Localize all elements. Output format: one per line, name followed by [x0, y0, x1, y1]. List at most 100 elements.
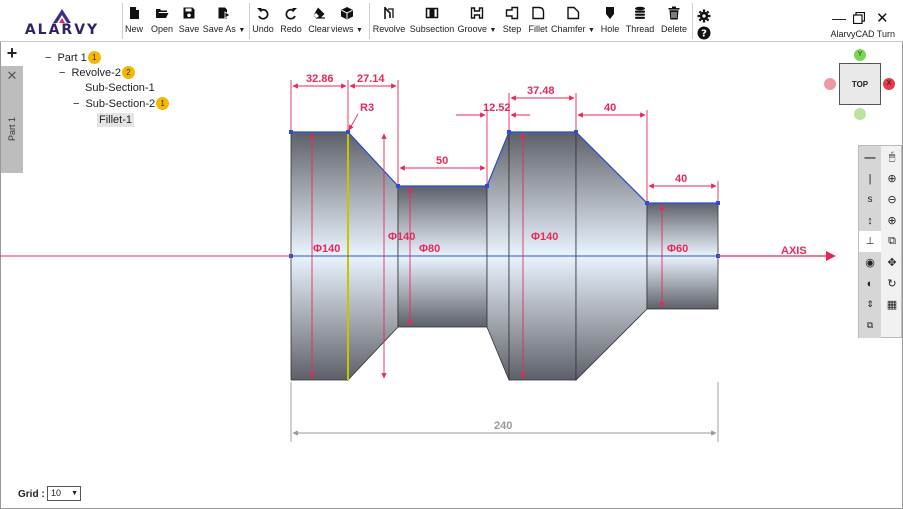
x-axis-handle[interactable]: X [883, 78, 895, 90]
trash-icon [668, 6, 680, 20]
sort-tool[interactable]: ⇕ [859, 294, 881, 315]
neg-x-axis-handle[interactable] [824, 78, 836, 90]
y-axis-handle[interactable]: Y [854, 49, 866, 61]
copy-icon: ⧉ [866, 320, 874, 330]
thread-icon [635, 6, 645, 19]
toolbar-button-label: Chamfer ▼ [551, 24, 595, 34]
rotate-button[interactable]: ↻ [881, 273, 903, 294]
diameter-label-1: Φ140 [313, 243, 340, 255]
zoom-out-icon: ⊖ [887, 194, 897, 206]
logo: ALARVY [12, 8, 112, 38]
snap-icon: s [867, 194, 873, 205]
diameter-label-2: Φ140 [388, 231, 415, 243]
axis-arrow-icon [826, 251, 836, 261]
maximize-button[interactable] [852, 11, 866, 27]
toolbar-button-label: Delete [660, 24, 687, 34]
step-icon [505, 6, 519, 20]
zoom-window-button[interactable]: ⧉ [881, 231, 903, 252]
toolbar-separator [369, 3, 370, 39]
new-file-icon [130, 7, 139, 19]
diameter-label-4: Φ140 [531, 231, 558, 243]
zoom-window-icon: ⧉ [888, 235, 896, 247]
chevron-down-icon: ▼ [71, 490, 78, 497]
zoom-in-button[interactable]: ⊕ [881, 168, 903, 189]
gear-icon [697, 9, 711, 23]
chamfer-icon [567, 6, 580, 20]
toolbar-button-label: New [124, 24, 143, 34]
total-length-dimension [290, 382, 719, 442]
hole-icon [606, 7, 614, 19]
eye-icon: ◉ [865, 257, 875, 269]
vertical-line-tool[interactable]: | [859, 168, 881, 189]
toolbar-button-label: Subsection [409, 24, 455, 34]
toolbar-button-label: Revolve [372, 24, 406, 34]
svg-text:?: ? [701, 29, 707, 40]
view-tool-panel: — 🖱 | ⊕ s ⊖ ↕ ⊕ ⊥ ⧉ ◉ ✥ ◐ ↻ ⇕ ▦ ⧉ [858, 145, 902, 338]
caret-down-icon: ▼ [356, 27, 363, 34]
horizontal-line-tool[interactable]: — [859, 147, 881, 168]
contrast-icon: ◐ [866, 277, 874, 290]
zoom-fit-button[interactable]: ⊕ [881, 210, 903, 231]
snap-tool[interactable]: s [859, 189, 881, 210]
toolbar-button-label: Fillet [528, 24, 548, 34]
toolbar-chamfer-button[interactable]: Chamfer ▼ [551, 6, 595, 38]
vertical-resize-tool[interactable]: ↕ [859, 210, 881, 231]
toolbar-subsection-button[interactable]: Subsection [409, 6, 455, 38]
mouse-tool[interactable]: 🖱 [881, 147, 903, 168]
drawing-canvas[interactable]: AXIS 32.86 27.14 12.52 37.48 40 R3 50 40 [0, 43, 903, 509]
dimension-icon: ⊥ [865, 236, 875, 247]
minimize-button[interactable]: — [832, 10, 846, 26]
toolbar-button-label: views ▼ [331, 24, 363, 34]
fillet-icon [532, 6, 545, 20]
close-button[interactable]: ✕ [876, 9, 889, 27]
toolbar: ALARVY New Open Save Save As ▼ Undo Redo Clear… [0, 0, 903, 42]
axis-label: AXIS [781, 245, 807, 257]
vertical-line-icon: | [868, 172, 872, 185]
view-cube[interactable]: TOP [839, 63, 881, 105]
toolbar-groove-button[interactable]: Groove ▼ [457, 6, 497, 38]
diameter-label-5: Φ60 [667, 243, 688, 255]
zoom-in-icon: ⊕ [887, 173, 897, 185]
zoom-out-button[interactable]: ⊖ [881, 189, 903, 210]
groove-icon [470, 7, 484, 19]
toolbar-revolve-button[interactable]: Revolve [369, 6, 409, 38]
toolbar-separator [249, 3, 250, 39]
help-icon: ? [697, 26, 711, 40]
dimension-tool[interactable]: ⊥ [859, 231, 881, 252]
dim-12-52: 12.52 [483, 102, 511, 114]
toolbar-button-label: Hole [600, 24, 620, 34]
minimize-icon: — [832, 10, 846, 26]
dim-32-86: 32.86 [306, 73, 334, 85]
dim-40-top: 40 [604, 102, 616, 114]
revolve-icon [384, 7, 394, 19]
shading-toggle[interactable]: ◐ [859, 273, 881, 294]
neg-y-axis-handle[interactable] [854, 108, 866, 120]
fillet-radius-label: R3 [360, 102, 374, 114]
up-down-icon: ⇕ [866, 299, 874, 309]
horizontal-line-icon: — [864, 151, 876, 164]
toolbar-views-button[interactable]: views ▼ [327, 6, 367, 38]
redo-icon [285, 8, 297, 20]
undo-icon [257, 8, 269, 20]
mouse-icon: 🖱 [888, 151, 896, 163]
toolbar-button-label: Save As ▼ [202, 24, 246, 34]
grid-toggle[interactable]: ▦ [881, 294, 903, 315]
toolbar-delete-button[interactable]: Delete [654, 6, 694, 38]
grid-icon: ▦ [886, 299, 898, 311]
visibility-toggle[interactable]: ◉ [859, 252, 881, 273]
grid-label: Grid : [18, 489, 45, 500]
dim-37-48: 37.48 [527, 85, 555, 97]
grid-size-select[interactable]: 10 ▼ [47, 486, 81, 501]
toolbar-button-label: Save [178, 24, 200, 34]
pan-button[interactable]: ✥ [881, 252, 903, 273]
toolbar-save-as-button[interactable]: Save As ▼ [202, 6, 246, 38]
copy-view-button[interactable]: ⧉ [859, 315, 881, 336]
save-as-icon [218, 7, 231, 19]
save-icon [183, 7, 195, 19]
toolbar-button-label: Groove ▼ [457, 24, 497, 34]
toolbar-separator [692, 3, 693, 39]
app-title: AlarvyCAD Turn [830, 29, 895, 39]
grid-size-value: 10 [51, 488, 62, 498]
toolbar-button-label: Thread [625, 24, 655, 34]
folder-open-icon [156, 9, 169, 18]
